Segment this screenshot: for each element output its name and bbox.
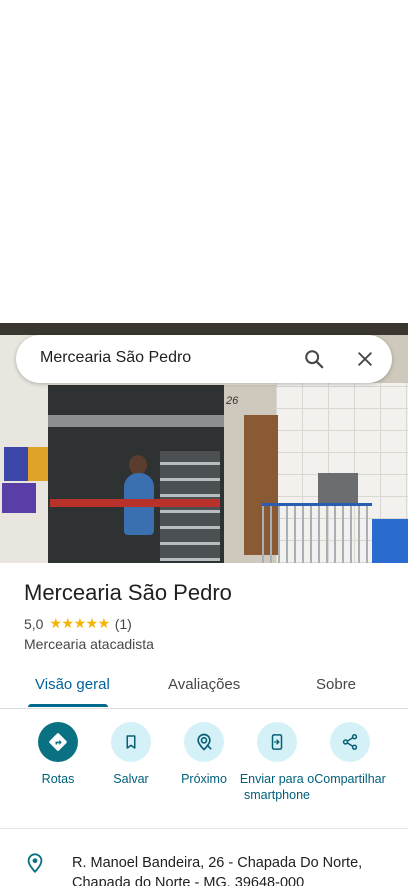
bookmark-icon	[111, 722, 151, 762]
search-bar[interactable]: Mercearia São Pedro	[16, 335, 392, 383]
photo-blue-bin	[372, 519, 408, 563]
search-query[interactable]: Mercearia São Pedro	[40, 349, 191, 367]
tab-bar: Visão geral Avaliações Sobre	[0, 664, 408, 709]
photo-person-head	[129, 455, 147, 475]
send-to-phone-icon	[257, 722, 297, 762]
photo-shutter	[48, 415, 224, 427]
share-button[interactable]: Compartilhar	[312, 722, 388, 787]
rating-row[interactable]: 5,0 ★★★★★ (1)	[24, 615, 132, 632]
address-text: R. Manoel Bandeira, 26 - Chapada Do Nort…	[72, 855, 363, 886]
photo-poster	[28, 447, 48, 481]
tab-indicator	[28, 704, 108, 707]
share-label: Compartilhar	[314, 772, 386, 786]
location-pin-icon	[24, 852, 46, 874]
photo-meter-box	[318, 473, 358, 503]
photo-house-number: 26	[226, 395, 239, 407]
save-button[interactable]: Salvar	[93, 722, 169, 787]
photo-counter	[50, 499, 220, 507]
search-icon[interactable]	[302, 347, 326, 371]
nearby-icon	[184, 722, 224, 762]
close-icon[interactable]	[353, 347, 377, 371]
nearby-button[interactable]: Próximo	[166, 722, 242, 787]
tab-about[interactable]: Sobre	[316, 676, 356, 693]
photo-poster	[4, 447, 30, 481]
send-to-phone-button[interactable]: Enviar para o smartphone	[239, 722, 315, 803]
place-category: Mercearia atacadista	[24, 636, 154, 652]
action-bar: Rotas Salvar Próximo Enviar para o smart…	[0, 722, 408, 822]
photo-poster	[2, 483, 36, 513]
address-row[interactable]: R. Manoel Bandeira, 26 - Chapada Do Nort…	[0, 846, 408, 886]
send-to-phone-label: Enviar para o smartphone	[239, 772, 315, 802]
tab-reviews[interactable]: Avaliações	[168, 676, 240, 693]
directions-icon	[38, 722, 78, 762]
review-count: (1)	[114, 615, 132, 632]
star-rating-icon: ★★★★★	[49, 615, 110, 631]
share-icon	[330, 722, 370, 762]
rating-value: 5,0	[24, 615, 44, 632]
place-title: Mercearia São Pedro	[24, 580, 232, 605]
directions-label: Rotas	[41, 772, 75, 786]
section-divider	[0, 828, 408, 829]
nearby-label: Próximo	[181, 772, 227, 786]
photo-awning	[0, 323, 408, 335]
save-label: Salvar	[113, 772, 149, 786]
directions-button[interactable]: Rotas	[20, 722, 96, 787]
tab-overview[interactable]: Visão geral	[35, 676, 110, 693]
place-screen: 26 Mercearia São Pedro Mercearia São Ped…	[0, 0, 408, 886]
photo-shopping-carts	[262, 503, 372, 563]
